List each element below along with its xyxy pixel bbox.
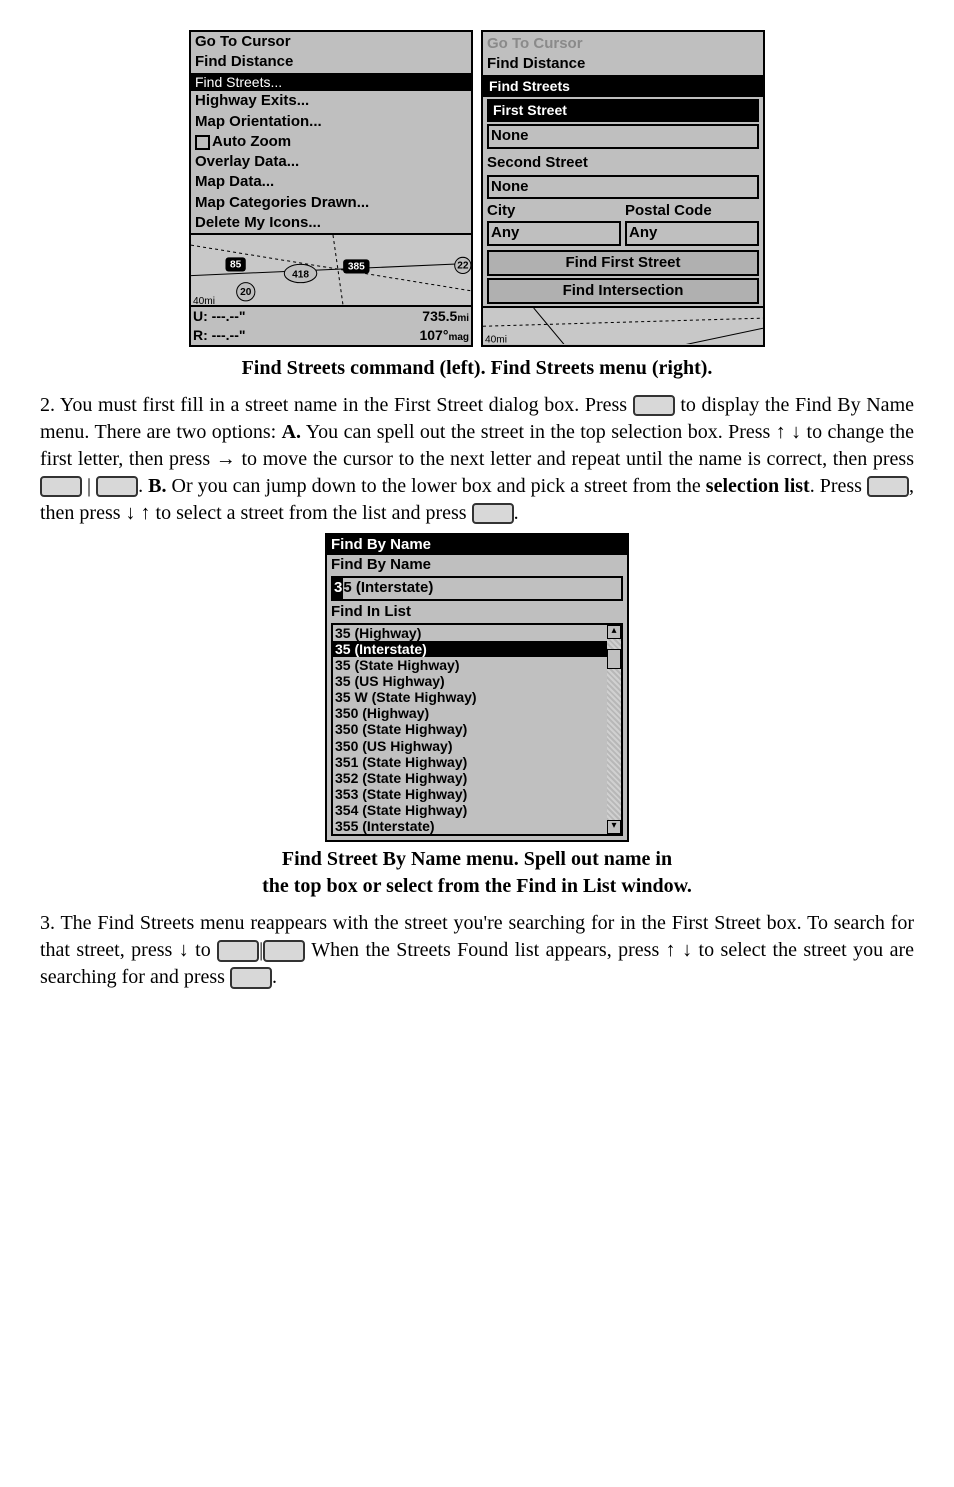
list-item[interactable]: 351 (State Highway) — [333, 754, 607, 770]
map-preview: 85 418 385 22 20 40mi — [191, 233, 471, 305]
list-item-selected[interactable]: 35 (Interstate) — [333, 641, 607, 657]
field-second-street[interactable]: None — [487, 175, 759, 199]
coord-r: R: ---.--" — [193, 326, 246, 345]
figure-2-caption: Find Street By Name menu. Spell out name… — [40, 846, 914, 900]
ent-button — [96, 476, 138, 498]
subtitle: Find By Name — [327, 555, 627, 575]
list-item[interactable]: 354 (State Highway) — [333, 802, 607, 818]
entry-cursor-char: 3 — [333, 578, 343, 598]
ent-button — [40, 476, 82, 498]
menu-item-label: Auto Zoom — [212, 132, 291, 152]
ent-button — [263, 940, 305, 962]
ent-button — [633, 395, 675, 417]
instruction-paragraph-2: 2. You must first fill in a street name … — [40, 392, 914, 527]
menu-item[interactable]: Delete My Icons... — [195, 213, 467, 233]
svg-text:418: 418 — [292, 270, 309, 281]
instruction-paragraph-3: 3. The Find Streets menu reappears with … — [40, 910, 914, 991]
list-item[interactable]: 353 (State Highway) — [333, 786, 607, 802]
figure-1-row: Go To Cursor Find Distance Find Streets.… — [40, 30, 914, 347]
scroll-up-icon[interactable]: ▴ — [607, 625, 621, 639]
svg-text:20: 20 — [240, 287, 252, 298]
label-second-street: Second Street — [483, 151, 763, 173]
ent-button — [230, 967, 272, 989]
list-item[interactable]: 35 (State Highway) — [333, 657, 607, 673]
ent-button — [472, 503, 514, 525]
panel-find-streets: Go To Cursor Find Distance Find Streets … — [481, 30, 765, 347]
panel-title: Find By Name — [327, 535, 627, 555]
coord-u: U: ---.--" — [193, 307, 246, 326]
distance-value: 735.5 — [422, 308, 457, 324]
find-intersection-button[interactable]: Find Intersection — [487, 278, 759, 304]
label-city: City — [487, 201, 621, 221]
label-button — [217, 940, 259, 962]
svg-text:385: 385 — [348, 262, 365, 273]
list-label: Find In List — [327, 602, 627, 622]
header-dim: Go To Cursor — [483, 32, 763, 54]
list-item[interactable]: 355 (Interstate) — [333, 818, 607, 834]
ent-button — [867, 476, 909, 498]
menu-item[interactable]: Go To Cursor — [195, 32, 467, 52]
panel-title: Find Streets — [483, 75, 763, 98]
list-item[interactable]: 350 (US Highway) — [333, 738, 607, 754]
menu-item[interactable]: Map Orientation... — [195, 112, 467, 132]
menu-item-selected[interactable]: Find Streets... — [191, 73, 471, 92]
menu-item[interactable]: Highway Exits... — [195, 91, 467, 111]
svg-text:22: 22 — [457, 261, 469, 272]
panel-map-menu: Go To Cursor Find Distance Find Streets.… — [189, 30, 473, 347]
field-first-street[interactable]: None — [487, 124, 759, 148]
find-in-list[interactable]: 35 (Highway) 35 (Interstate) 35 (State H… — [331, 623, 623, 836]
menu-item[interactable]: Find Distance — [195, 52, 467, 72]
heading-value: 107° — [419, 327, 448, 343]
svg-text:85: 85 — [230, 260, 242, 271]
list-item[interactable]: 35 (US Highway) — [333, 673, 607, 689]
find-first-street-button[interactable]: Find First Street — [487, 250, 759, 276]
list-item[interactable]: 35 W (State Highway) — [333, 689, 607, 705]
field-postal[interactable]: Any — [625, 221, 759, 245]
menu-list: Go To Cursor Find Distance — [191, 32, 471, 73]
entry-rest: 5 (Interstate) — [343, 578, 433, 598]
checkbox-icon[interactable] — [195, 135, 210, 150]
coordinates-bar: U: ---.--" R: ---.--" 735.5mi 107°mag — [191, 305, 471, 345]
label-first-street: First Street — [487, 99, 759, 122]
menu-item[interactable]: Map Categories Drawn... — [195, 193, 467, 213]
panel-find-by-name: Find By Name Find By Name 35 (Interstate… — [325, 533, 629, 842]
menu-item-auto-zoom[interactable]: Auto Zoom — [195, 132, 467, 152]
map-preview-small: 40mi — [483, 306, 763, 344]
svg-text:40mi: 40mi — [485, 335, 507, 345]
svg-text:40mi: 40mi — [193, 296, 215, 305]
name-entry-field[interactable]: 35 (Interstate) — [331, 576, 623, 600]
scroll-down-icon[interactable]: ▾ — [607, 820, 621, 834]
scroll-thumb[interactable] — [607, 649, 621, 669]
list-item[interactable]: 352 (State Highway) — [333, 770, 607, 786]
menu-item[interactable]: Overlay Data... — [195, 152, 467, 172]
scrollbar[interactable]: ▴ ▾ — [607, 625, 621, 834]
menu-item[interactable]: Map Data... — [195, 172, 467, 192]
header-dim2: Find Distance — [483, 54, 763, 74]
figure-1-caption: Find Streets command (left). Find Street… — [40, 355, 914, 382]
list-item[interactable]: 350 (Highway) — [333, 705, 607, 721]
field-city[interactable]: Any — [487, 221, 621, 245]
label-postal: Postal Code — [625, 201, 759, 221]
list-item[interactable]: 350 (State Highway) — [333, 721, 607, 737]
list-item[interactable]: 35 (Highway) — [333, 625, 607, 641]
